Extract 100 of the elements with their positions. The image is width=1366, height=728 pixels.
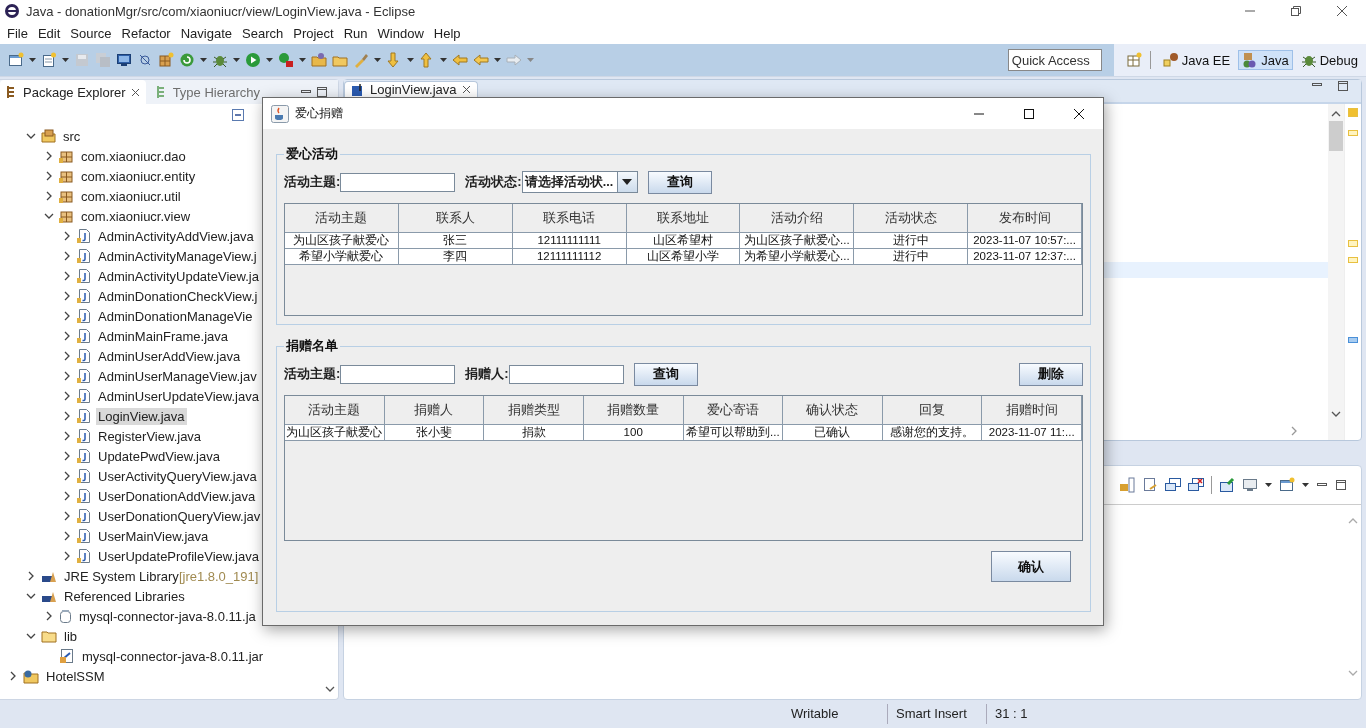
close-icon[interactable] bbox=[130, 87, 140, 97]
menu-item[interactable]: Source bbox=[65, 25, 117, 41]
menu-item[interactable]: Refactor bbox=[116, 25, 176, 41]
column-header[interactable]: 捐赠人 bbox=[384, 396, 485, 425]
chevron-icon[interactable] bbox=[62, 431, 72, 441]
query-button[interactable]: 查询 bbox=[647, 170, 712, 194]
tree-item[interactable]: RegisterView.java bbox=[96, 427, 204, 445]
menu-item[interactable]: File bbox=[2, 25, 33, 41]
chevron-icon[interactable] bbox=[44, 611, 54, 621]
caret-icon[interactable] bbox=[440, 58, 447, 62]
caret-icon[interactable] bbox=[233, 58, 240, 62]
monitor-icon[interactable] bbox=[116, 52, 132, 68]
scroll-right-icon[interactable] bbox=[1291, 426, 1298, 436]
tree-item[interactable]: com.xiaoniucr.entity bbox=[79, 167, 198, 185]
caret-icon[interactable] bbox=[1265, 483, 1272, 487]
chevron-icon[interactable] bbox=[44, 191, 54, 201]
tree-item[interactable]: UserMainView.java bbox=[96, 527, 211, 545]
chevron-icon[interactable] bbox=[62, 551, 72, 561]
scroll-up-icon[interactable] bbox=[1331, 110, 1341, 117]
tree-item[interactable]: AdminDonationManageVie bbox=[96, 307, 255, 325]
new-window-icon[interactable] bbox=[1279, 477, 1295, 493]
chevron-icon[interactable] bbox=[62, 511, 72, 521]
chevron-icon[interactable] bbox=[26, 131, 36, 141]
caret-icon[interactable] bbox=[62, 58, 69, 62]
chevron-icon[interactable] bbox=[8, 671, 18, 681]
column-header[interactable]: 捐赠类型 bbox=[484, 396, 584, 425]
quick-access-field[interactable]: Quick Access bbox=[1007, 49, 1102, 71]
delete-button[interactable]: 删除 bbox=[1019, 362, 1083, 386]
column-header[interactable]: 活动状态 bbox=[854, 204, 969, 233]
input-field[interactable] bbox=[340, 172, 456, 192]
chevron-icon[interactable] bbox=[44, 171, 54, 181]
scroll-down-icon[interactable] bbox=[325, 686, 335, 693]
annotation-marker[interactable] bbox=[1348, 240, 1358, 247]
confirm-button[interactable]: 确认 bbox=[991, 551, 1071, 582]
tree-item[interactable]: UserUpdateProfileView.java bbox=[96, 547, 261, 565]
caret-icon[interactable] bbox=[407, 58, 414, 62]
grid-plus-icon[interactable] bbox=[158, 52, 174, 68]
annotation-marker[interactable] bbox=[1348, 337, 1358, 343]
tree-item[interactable]: lib bbox=[62, 627, 79, 645]
menu-item[interactable]: Edit bbox=[32, 25, 66, 41]
close-icon[interactable] bbox=[1073, 107, 1085, 120]
column-header[interactable]: 回复 bbox=[882, 396, 983, 425]
tree-item[interactable]: mysql-connector-java-8.0.11.jar bbox=[80, 647, 266, 665]
column-header[interactable]: 捐赠数量 bbox=[583, 396, 684, 425]
tree-item[interactable]: Referenced Libraries bbox=[62, 587, 187, 605]
console-remove-icon[interactable] bbox=[1188, 477, 1204, 493]
caret-icon[interactable] bbox=[494, 58, 501, 62]
tree-item[interactable]: AdminActivityAddView.java bbox=[96, 227, 256, 245]
tree-item[interactable]: com.xiaoniucr.dao bbox=[79, 147, 188, 165]
column-header[interactable]: 联系电话 bbox=[512, 204, 627, 233]
close-icon[interactable] bbox=[1336, 5, 1348, 17]
column-header[interactable]: 发布时间 bbox=[968, 204, 1082, 233]
maximize-icon[interactable] bbox=[1337, 80, 1349, 92]
tree-item[interactable]: src bbox=[61, 127, 83, 145]
new-file-icon[interactable] bbox=[41, 52, 57, 68]
column-header[interactable]: 联系地址 bbox=[626, 204, 741, 233]
tree-item[interactable]: UserActivityQueryView.java bbox=[96, 467, 259, 485]
annotation-marker[interactable] bbox=[1348, 257, 1358, 263]
close-icon[interactable] bbox=[461, 85, 471, 94]
chevron-icon[interactable] bbox=[62, 411, 72, 421]
caret-icon[interactable] bbox=[374, 58, 381, 62]
editor-tab[interactable]: LoginView.java bbox=[344, 81, 478, 97]
caret-icon[interactable] bbox=[1302, 483, 1309, 487]
tree-item[interactable]: AdminUserUpdateView.java bbox=[96, 387, 261, 405]
column-header[interactable]: 捐赠时间 bbox=[982, 396, 1082, 425]
chevron-icon[interactable] bbox=[44, 211, 54, 221]
column-header[interactable]: 活动主题 bbox=[285, 204, 399, 233]
menu-item[interactable]: Project bbox=[288, 25, 339, 41]
chevron-icon[interactable] bbox=[62, 351, 72, 361]
warning-marker[interactable] bbox=[1348, 108, 1358, 117]
menu-item[interactable]: Window bbox=[372, 25, 429, 41]
folder-icon[interactable] bbox=[311, 52, 327, 68]
chevron-icon[interactable] bbox=[26, 591, 36, 601]
caret-icon[interactable] bbox=[266, 58, 273, 62]
chevron-icon[interactable] bbox=[62, 451, 72, 461]
tree-item[interactable]: com.xiaoniucr.view bbox=[79, 207, 193, 225]
column-header[interactable]: 联系人 bbox=[398, 204, 513, 233]
maximize-icon[interactable] bbox=[1335, 479, 1347, 491]
tree-item[interactable]: AdminUserManageView.jav bbox=[96, 367, 259, 385]
status-dropdown[interactable]: 请选择活动状... bbox=[521, 171, 638, 193]
chevron-icon[interactable] bbox=[62, 251, 72, 261]
tree-item[interactable]: UserDonationQueryView.jav bbox=[96, 507, 263, 525]
chevron-icon[interactable] bbox=[26, 571, 36, 581]
chevron-icon[interactable] bbox=[62, 391, 72, 401]
chevron-icon[interactable] bbox=[62, 471, 72, 481]
tree-item[interactable]: UpdatePwdView.java bbox=[96, 447, 222, 465]
tree-item[interactable]: LoginView.java bbox=[96, 407, 187, 425]
query-button[interactable]: 查询 bbox=[633, 362, 698, 386]
caret-icon[interactable] bbox=[299, 58, 306, 62]
scroll-down-icon[interactable] bbox=[1331, 411, 1341, 418]
chevron-icon[interactable] bbox=[62, 371, 72, 381]
play-icon[interactable] bbox=[245, 52, 261, 68]
input-field[interactable] bbox=[340, 364, 456, 384]
chevron-icon[interactable] bbox=[62, 311, 72, 321]
monitor-icon[interactable] bbox=[1242, 477, 1258, 493]
view-tab[interactable]: Type Hierarchy bbox=[149, 80, 267, 104]
tree-item[interactable]: AdminDonationCheckView.j bbox=[96, 287, 260, 305]
tree-item[interactable]: mysql-connector-java-8.0.11.ja bbox=[77, 607, 258, 625]
refresh-icon[interactable] bbox=[179, 52, 195, 68]
chevron-icon[interactable] bbox=[26, 631, 36, 641]
